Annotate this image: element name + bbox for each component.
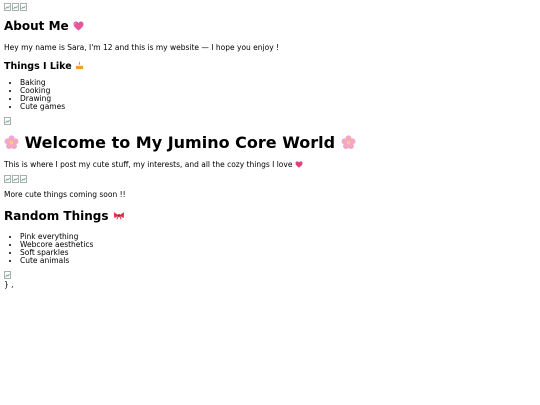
cake-icon [75, 61, 84, 70]
broken-image-icon [12, 3, 19, 11]
list-item: Drawing [20, 95, 540, 103]
list-item: Cute games [20, 103, 540, 111]
welcome-text-body: This is where I post my cute stuff, my i… [4, 160, 293, 169]
coming-soon-text: More cute things coming soon !! [4, 190, 126, 199]
broken-image-icon [4, 3, 11, 11]
ribbon-icon [113, 212, 124, 220]
heart-icon [295, 161, 303, 168]
page: About Me Hey my name is Sara, I'm 12 and… [0, 0, 540, 405]
top-image-row [4, 3, 540, 12]
broken-image-icon [20, 175, 27, 183]
about-heading: About Me [4, 18, 540, 34]
broken-image-icon [4, 175, 11, 183]
cherry-blossom-icon [341, 135, 356, 150]
broken-image-icon [12, 175, 19, 183]
broken-image-icon [20, 3, 27, 11]
welcome-heading-text: Welcome to My Jumino Core World [24, 133, 336, 152]
likes-heading: Things I Like [4, 60, 540, 74]
list-item: Soft sparkles [20, 249, 540, 257]
welcome-heading: Welcome to My Jumino Core World [4, 132, 540, 154]
image-row-3 [4, 271, 540, 280]
about-heading-text: About Me [4, 19, 69, 33]
welcome-text: This is where I post my cute stuff, my i… [4, 160, 540, 170]
random-list: Pink everything Webcore aesthetics Soft … [4, 233, 540, 265]
random-heading-text: Random Things [4, 209, 109, 223]
list-item: Baking [20, 79, 540, 87]
list-item: Cute animals [20, 257, 540, 265]
list-item: Webcore aesthetics [20, 241, 540, 249]
random-heading: Random Things [4, 208, 540, 224]
about-intro: Hey my name is Sara, I'm 12 and this is … [4, 43, 280, 52]
likes-list: Baking Cooking Drawing Cute games [4, 79, 540, 111]
image-row-2 [4, 175, 540, 184]
broken-image-icon [4, 271, 11, 279]
stray-text: } , [4, 280, 14, 289]
list-item: Pink everything [20, 233, 540, 241]
likes-heading-text: Things I Like [4, 61, 72, 72]
image-row-1 [4, 117, 540, 126]
list-item: Cooking [20, 87, 540, 95]
broken-image-icon [4, 117, 11, 125]
pink-heart-icon [73, 21, 84, 31]
cherry-blossom-icon [4, 135, 19, 150]
